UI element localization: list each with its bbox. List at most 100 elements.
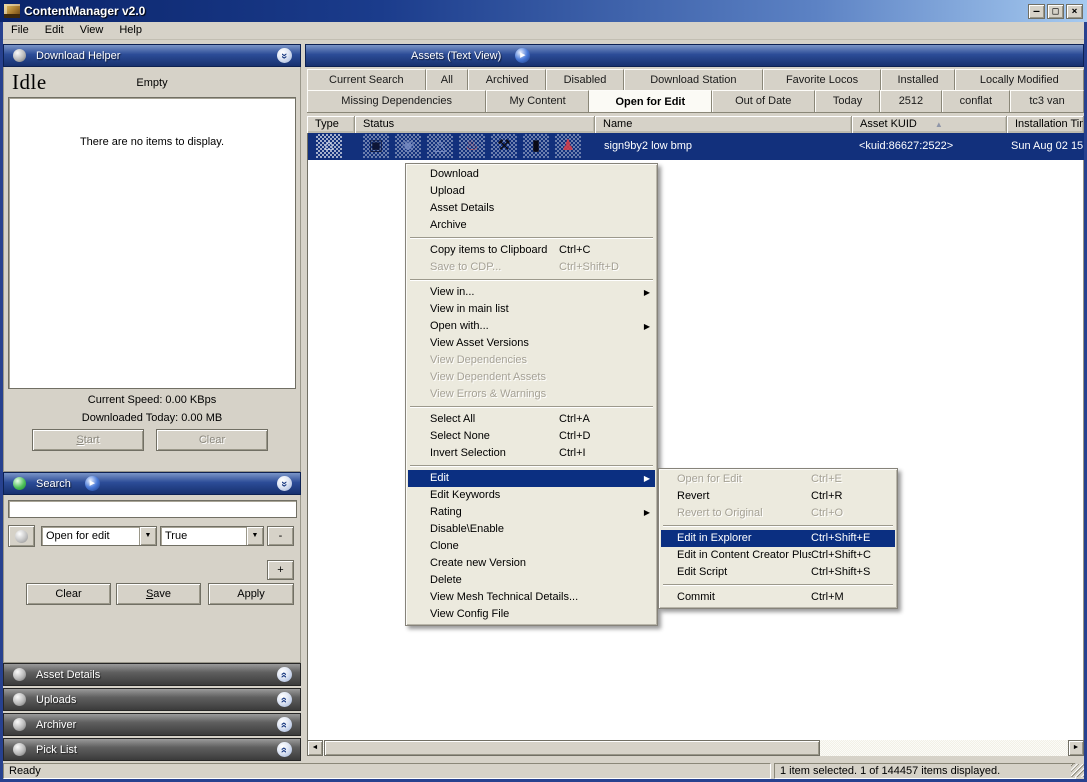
criteria-value-dropdown[interactable]: True ▼ [160, 526, 264, 546]
menu-item-disable-enable[interactable]: Disable\Enable [408, 521, 655, 538]
panel-header-uploads[interactable]: Uploads [3, 688, 301, 711]
search-status-sphere-icon [13, 477, 26, 490]
chevron-up-icon[interactable] [277, 667, 292, 682]
tab-my-content[interactable]: My Content [486, 90, 589, 112]
menubar: FileEditViewHelp [3, 22, 1084, 40]
panel-header-asset-details[interactable]: Asset Details [3, 663, 301, 686]
titlebar[interactable]: ContentManager v2.0 – □ × [0, 0, 1087, 22]
panel-header-archiver[interactable]: Archiver [3, 713, 301, 736]
tab-missing-dependencies[interactable]: Missing Dependencies [307, 90, 486, 112]
menu-item-edit-keywords[interactable]: Edit Keywords [408, 487, 655, 504]
menu-file[interactable]: File [3, 22, 37, 39]
run-view-icon[interactable] [515, 48, 530, 63]
add-criteria-button[interactable]: + [267, 560, 294, 580]
chevron-up-icon[interactable] [277, 692, 292, 707]
menu-item-revert[interactable]: RevertCtrl+R [661, 488, 895, 505]
scrollbar-thumb[interactable] [324, 740, 820, 756]
tab-favorite-locos[interactable]: Favorite Locos [763, 69, 882, 90]
search-header[interactable]: Search [3, 472, 301, 495]
minimize-button[interactable]: – [1028, 4, 1045, 19]
close-button[interactable]: × [1066, 4, 1083, 19]
menu-item-edit[interactable]: Edit▶ [408, 470, 655, 487]
menu-item-rating[interactable]: Rating▶ [408, 504, 655, 521]
tab-conflat[interactable]: conflat [942, 90, 1011, 112]
chevron-down-icon[interactable] [277, 48, 292, 63]
horizontal-scrollbar[interactable]: ◄ ► [307, 740, 1084, 756]
column-header-asset-kuid[interactable]: Asset KUID▲ [852, 116, 1007, 133]
chevron-down-icon[interactable]: ▼ [139, 527, 156, 545]
menu-shortcut: Ctrl+M [811, 589, 889, 606]
search-criteria-toggle[interactable] [8, 525, 35, 547]
download-queue-list[interactable]: There are no items to display. [8, 97, 296, 389]
menu-edit[interactable]: Edit [37, 22, 72, 39]
tab-out-of-date[interactable]: Out of Date [712, 90, 815, 112]
menu-item-commit[interactable]: CommitCtrl+M [661, 589, 895, 606]
search-save-button[interactable]: Save [116, 583, 201, 605]
menu-item-edit-in-content-creator-plus[interactable]: Edit in Content Creator PlusCtrl+Shift+C [661, 547, 895, 564]
menu-item-label: Open with... [430, 318, 637, 335]
menu-item-archive[interactable]: Archive [408, 217, 655, 234]
menu-item-label: Edit [430, 470, 637, 487]
search-query-input[interactable] [8, 500, 297, 518]
menu-shortcut: Ctrl+Shift+D [559, 259, 637, 276]
criteria-field-dropdown[interactable]: Open for edit ▼ [41, 526, 157, 546]
menu-item-download[interactable]: Download [408, 166, 655, 183]
menu-item-open-with[interactable]: Open with...▶ [408, 318, 655, 335]
start-button[interactable]: Start [32, 429, 144, 451]
menu-item-clone[interactable]: Clone [408, 538, 655, 555]
download-helper-header[interactable]: Download Helper [3, 44, 301, 67]
remove-criteria-button[interactable]: - [267, 526, 294, 546]
maximize-button[interactable]: □ [1047, 4, 1064, 19]
menu-item-edit-script[interactable]: Edit ScriptCtrl+Shift+S [661, 564, 895, 581]
scroll-left-icon[interactable]: ◄ [307, 740, 323, 756]
menu-item-invert-selection[interactable]: Invert SelectionCtrl+I [408, 445, 655, 462]
menu-item-create-new-version[interactable]: Create new Version [408, 555, 655, 572]
menu-view[interactable]: View [72, 22, 112, 39]
figure-icon: ♟ [555, 134, 581, 158]
chevron-down-icon[interactable] [277, 476, 292, 491]
tab-locally-modified[interactable]: Locally Modified [955, 69, 1084, 90]
menu-item-view-asset-versions[interactable]: View Asset Versions [408, 335, 655, 352]
menu-item-view-mesh-technical-details[interactable]: View Mesh Technical Details... [408, 589, 655, 606]
run-search-icon[interactable] [85, 476, 100, 491]
chevron-up-icon[interactable] [277, 742, 292, 757]
tab-2512[interactable]: 2512 [880, 90, 941, 112]
menu-item-copy-items-to-clipboard[interactable]: Copy items to ClipboardCtrl+C [408, 242, 655, 259]
tab-archived[interactable]: Archived [468, 69, 546, 90]
tab-open-for-edit[interactable]: Open for Edit [589, 90, 712, 112]
menu-item-select-none[interactable]: Select NoneCtrl+D [408, 428, 655, 445]
menu-separator [663, 525, 893, 527]
menu-item-asset-details[interactable]: Asset Details [408, 200, 655, 217]
menu-item-delete[interactable]: Delete [408, 572, 655, 589]
search-apply-button[interactable]: Apply [208, 583, 294, 605]
tab-current-search[interactable]: Current Search [307, 69, 426, 90]
search-clear-button[interactable]: Clear [26, 583, 111, 605]
menu-item-upload[interactable]: Upload [408, 183, 655, 200]
clear-downloads-button[interactable]: Clear [156, 429, 268, 451]
scroll-right-icon[interactable]: ► [1068, 740, 1084, 756]
menu-item-view-in[interactable]: View in...▶ [408, 284, 655, 301]
column-header-name[interactable]: Name [595, 116, 852, 133]
tab-tc3-van[interactable]: tc3 van [1010, 90, 1084, 112]
tab-disabled[interactable]: Disabled [546, 69, 624, 90]
column-header-installation-time[interactable]: Installation Time [1007, 116, 1084, 133]
tab-installed[interactable]: Installed [881, 69, 954, 90]
menu-item-select-all[interactable]: Select AllCtrl+A [408, 411, 655, 428]
menu-item-label: Edit Keywords [430, 487, 637, 504]
resize-grip[interactable] [1071, 764, 1084, 777]
chevron-down-icon[interactable]: ▼ [246, 527, 263, 545]
selected-asset-row[interactable]: sign9by2 low bmp <kuid:86627:2522> Sun A… [308, 133, 1085, 160]
menu-help[interactable]: Help [111, 22, 150, 39]
tab-download-station[interactable]: Download Station [624, 69, 763, 90]
menu-item-edit-in-explorer[interactable]: Edit in ExplorerCtrl+Shift+E [661, 530, 895, 547]
panel-header-pick-list[interactable]: Pick List [3, 738, 301, 761]
window-title: ContentManager v2.0 [24, 4, 1028, 18]
tab-all[interactable]: All [426, 69, 469, 90]
column-header-status[interactable]: Status [355, 116, 595, 133]
chevron-up-icon[interactable] [277, 717, 292, 732]
column-header-type[interactable]: Type [307, 116, 355, 133]
assets-header[interactable]: Assets (Text View) [305, 44, 1084, 67]
menu-item-view-in-main-list[interactable]: View in main list [408, 301, 655, 318]
menu-item-view-config-file[interactable]: View Config File [408, 606, 655, 623]
tab-today[interactable]: Today [815, 90, 881, 112]
